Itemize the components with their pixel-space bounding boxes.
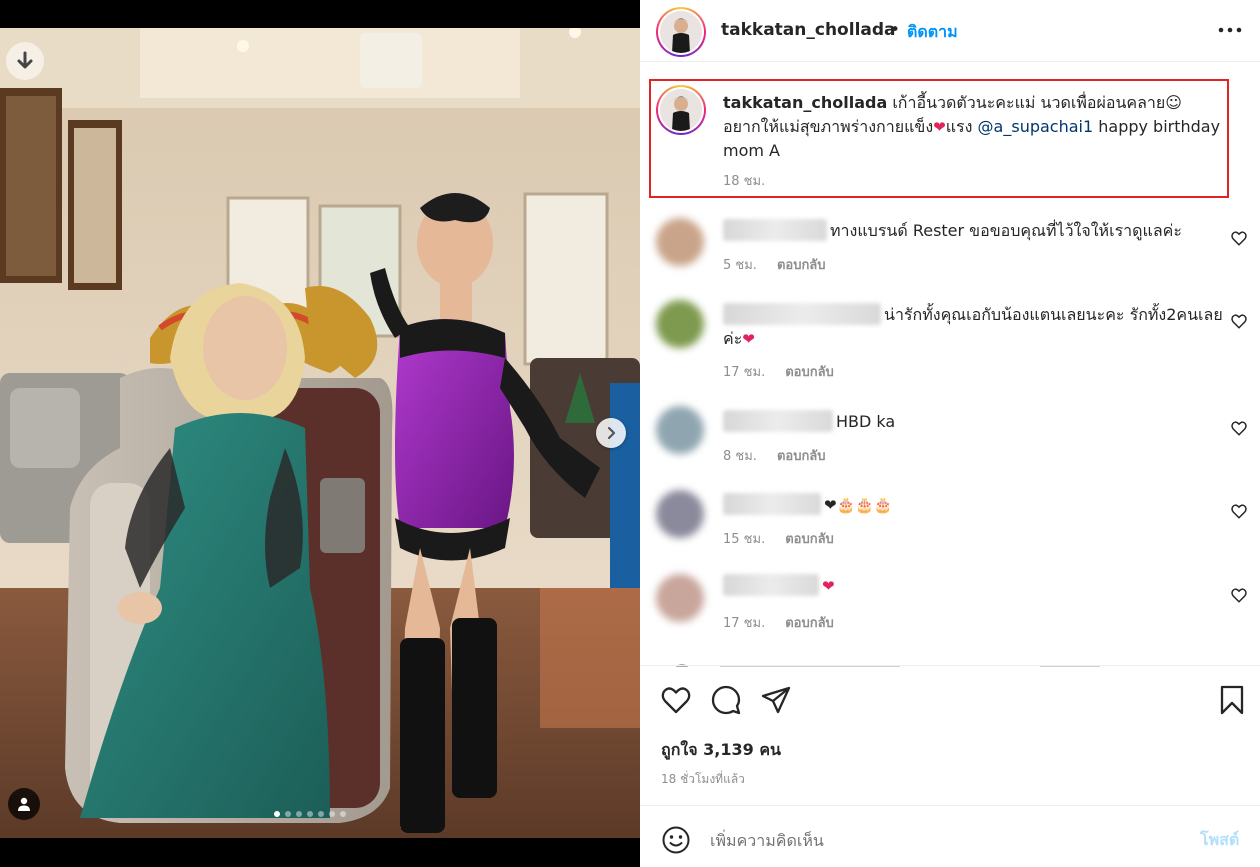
caption-timestamp[interactable]: 18 ชม. <box>723 170 765 191</box>
user-icon <box>18 797 30 811</box>
heart-outline-icon[interactable] <box>1230 419 1248 437</box>
comment-text: ❤ <box>723 574 1228 598</box>
heart-outline-icon[interactable] <box>1230 312 1248 330</box>
caption-author-avatar[interactable] <box>656 85 706 135</box>
carousel-dot <box>340 811 346 817</box>
reply-button[interactable]: ตอบกลับ <box>785 365 834 380</box>
comment-timestamp[interactable]: 5 ชม. <box>723 258 757 273</box>
blurred-username[interactable] <box>723 303 881 325</box>
carousel-dot <box>296 811 302 817</box>
post-header: takkatan_chollada • ติดตาม <box>640 0 1260 62</box>
post-actions: ถูกใจ 3,139 คน 18 ชั่วโมงที่แล้ว <box>640 665 1260 805</box>
author-avatar[interactable] <box>656 7 706 57</box>
comment-text: ทางแบรนด์ Rester ขอขอบคุณที่ไว้ใจให้เราด… <box>723 219 1228 243</box>
post-timestamp[interactable]: 18 ชั่วโมงที่แล้ว <box>661 770 745 789</box>
comment-meta: 5 ชม. ตอบกลับ <box>723 254 826 275</box>
mention-link[interactable]: @a_supachai1 <box>978 117 1094 136</box>
commenter-avatar[interactable] <box>656 218 704 266</box>
comment-icon[interactable] <box>710 684 742 716</box>
caption-body-2: แรง <box>945 117 978 136</box>
separator-dot: • <box>890 20 901 40</box>
bookmark-icon[interactable] <box>1216 684 1248 716</box>
commenter-avatar[interactable] <box>656 300 704 348</box>
more-options-button[interactable] <box>1216 18 1244 42</box>
reply-button[interactable]: ตอบกลับ <box>777 449 826 464</box>
carousel-dot <box>307 811 313 817</box>
heart-emoji: ❤ <box>822 577 835 595</box>
heart-emoji: ❤ <box>742 330 755 348</box>
caption-text: takkatan_chollada เก้าอี้นวดตัวนะคะแม่ น… <box>723 91 1223 163</box>
post-side-panel: takkatan_chollada • ติดตาม takkatan_chol… <box>640 0 1260 867</box>
comment-timestamp[interactable]: 17 ชม. <box>723 616 765 631</box>
heart-outline-icon[interactable] <box>1230 229 1248 247</box>
post-media <box>0 0 640 867</box>
like-count[interactable]: ถูกใจ 3,139 คน <box>661 738 781 763</box>
heart-icon[interactable] <box>660 684 692 716</box>
post-photo[interactable] <box>0 28 640 838</box>
reply-button[interactable]: ตอบกลับ <box>785 616 834 631</box>
carousel-dot <box>318 811 324 817</box>
comment-timestamp[interactable]: 17 ชม. <box>723 365 765 380</box>
comment-timestamp[interactable]: 15 ชม. <box>723 532 765 547</box>
blurred-username[interactable] <box>723 493 821 515</box>
comment-text: HBD ka <box>723 410 1228 434</box>
comment-meta: 15 ชม. ตอบกลับ <box>723 528 834 549</box>
comment-meta: 17 ชม. ตอบกลับ <box>723 612 834 633</box>
more-horizontal-icon <box>1218 27 1242 33</box>
comment-input[interactable] <box>710 826 1180 854</box>
chevron-right-icon <box>607 426 616 440</box>
reply-button[interactable]: ตอบกลับ <box>777 258 826 273</box>
next-image-button[interactable] <box>596 418 626 448</box>
download-button[interactable] <box>6 42 44 80</box>
reply-button[interactable]: ตอบกลับ <box>785 532 834 547</box>
author-username[interactable]: takkatan_chollada <box>721 20 896 40</box>
tagged-users-button[interactable] <box>8 788 40 820</box>
arrow-down-icon <box>17 51 33 69</box>
comment-meta: 8 ชม. ตอบกลับ <box>723 445 826 466</box>
comment-text: น่ารักทั้งคุณเอกับน้องแตนเลยนะคะ รักทั้ง… <box>723 303 1228 351</box>
comment-text: ❤🎂🎂🎂 <box>723 493 1228 517</box>
caption-username[interactable]: takkatan_chollada <box>723 93 887 112</box>
emoji-icon[interactable] <box>661 825 691 855</box>
emoji-reaction: ❤🎂🎂🎂 <box>824 496 893 514</box>
comment-timestamp[interactable]: 8 ชม. <box>723 449 757 464</box>
comment-meta: 17 ชม. ตอบกลับ <box>723 361 834 382</box>
carousel-indicator <box>274 811 346 817</box>
heart-emoji: ❤ <box>933 118 946 136</box>
blurred-username[interactable] <box>723 219 827 241</box>
add-comment-bar: โพสต์ <box>640 805 1260 867</box>
heart-outline-icon[interactable] <box>1230 586 1248 604</box>
carousel-dot <box>329 811 335 817</box>
commenter-avatar[interactable] <box>656 406 704 454</box>
blurred-username[interactable] <box>723 574 819 596</box>
commenter-avatar[interactable] <box>656 574 704 622</box>
post-comment-button[interactable]: โพสต์ <box>1200 828 1239 853</box>
heart-outline-icon[interactable] <box>1230 502 1248 520</box>
instagram-post-view: takkatan_chollada • ติดตาม takkatan_chol… <box>0 0 1260 867</box>
carousel-dot <box>285 811 291 817</box>
carousel-dot <box>274 811 280 817</box>
comment-body: HBD ka <box>836 412 896 431</box>
blurred-username[interactable] <box>723 410 833 432</box>
commenter-avatar[interactable] <box>656 490 704 538</box>
share-icon[interactable] <box>760 684 792 716</box>
follow-button[interactable]: ติดตาม <box>907 20 958 45</box>
comment-body: ทางแบรนด์ Rester ขอขอบคุณที่ไว้ใจให้เราด… <box>830 221 1182 240</box>
